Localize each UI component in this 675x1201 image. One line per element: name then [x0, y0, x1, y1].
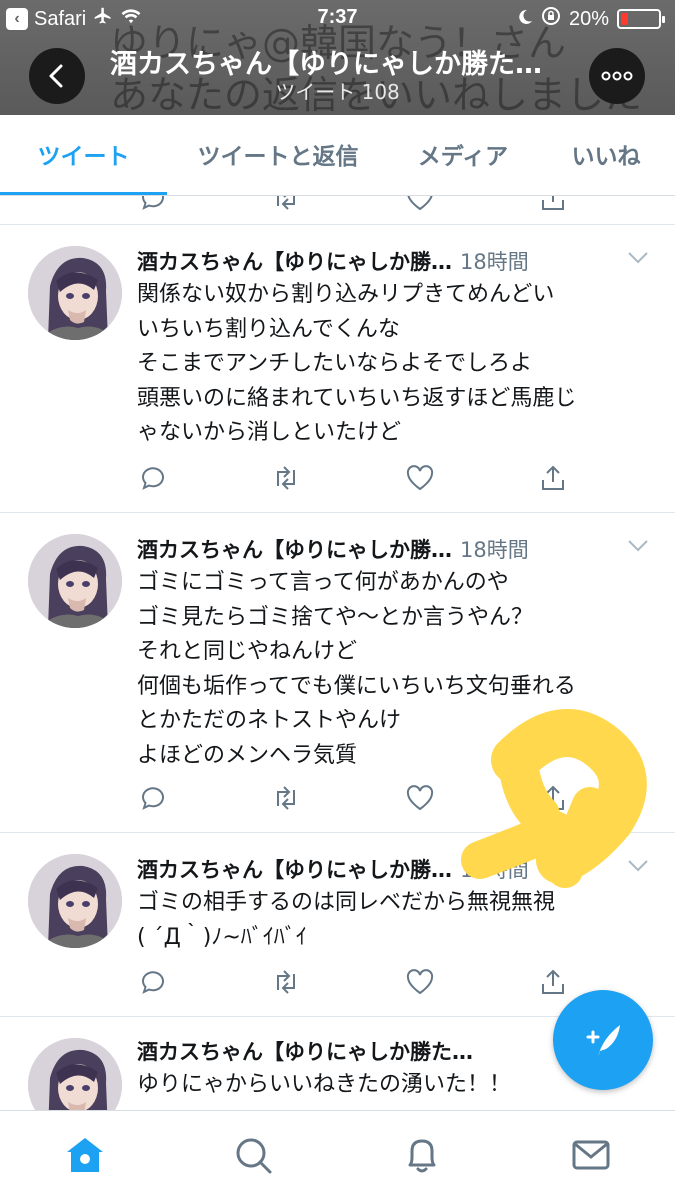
- tweet-line: 何個も垢作ってでも僕にいちいち文句垂れる: [137, 673, 576, 699]
- avatar[interactable]: [28, 854, 122, 948]
- avatar[interactable]: [28, 246, 122, 340]
- tweet-time: 18時間: [460, 250, 529, 274]
- chevron-down-icon[interactable]: [627, 250, 649, 269]
- bell-icon: [408, 1139, 436, 1173]
- tweet-author-name[interactable]: 酒カスちゃん【ゆりにゃしか勝…: [137, 534, 452, 564]
- compose-tweet-button[interactable]: [553, 990, 653, 1090]
- tweet-text: ゴミの相手するのは同レベだから無視無視 ( ´Д｀)ﾉ~ﾊﾞｲﾊﾞｲ: [137, 886, 657, 955]
- nav-search[interactable]: [231, 1133, 275, 1177]
- mail-icon: [572, 1140, 610, 1170]
- nav-notifications[interactable]: [400, 1133, 444, 1177]
- nav-home[interactable]: [63, 1133, 107, 1177]
- share-icon[interactable]: [537, 462, 569, 494]
- tweet-line: ゴミの相手するのは同レベだから無視無視: [137, 890, 556, 915]
- home-icon: [67, 1138, 103, 1172]
- tweet-line: いちいち割り込んでくんな: [137, 316, 400, 342]
- heart-icon[interactable]: [404, 782, 436, 814]
- more-icon: [601, 71, 633, 81]
- tweet-author-name[interactable]: 酒カスちゃん【ゆりにゃしか勝…: [137, 246, 452, 276]
- tweet-line: ゴミにゴミって言って何があかんのや: [137, 570, 509, 595]
- status-bar: ‹ Safari 7:37 20%: [0, 0, 675, 36]
- heart-icon[interactable]: [404, 966, 436, 998]
- tweet-line: そこまでアンチしたいならよそでしろよ: [137, 351, 533, 376]
- nav-messages[interactable]: [569, 1133, 613, 1177]
- tweet-previous-partial: [0, 196, 675, 225]
- search-icon: [236, 1138, 272, 1174]
- tweet-line: ( ´Д｀)ﾉ~ﾊﾞｲﾊﾞｲ: [137, 924, 307, 950]
- retweet-icon[interactable]: [270, 196, 302, 214]
- heart-icon[interactable]: [404, 462, 436, 494]
- profile-header: ゆりにゃ@韓国なう！さん あなたの返信をいいねしました ‹ Safari 7:3…: [0, 0, 675, 115]
- avatar[interactable]: [28, 1038, 122, 1110]
- tweet-count: ツイート 108: [275, 80, 400, 104]
- tab-media[interactable]: メディア: [389, 115, 537, 193]
- tweet-time: 18時間: [460, 858, 529, 882]
- tweet-line: 頭悪いのに絡まれていちいち返すほど馬鹿じ: [137, 385, 577, 411]
- avatar[interactable]: [28, 534, 122, 628]
- tweet-text: 関係ない奴から割り込みリプきてめんどい いちいち割り込んでくんな そこまでアンチ…: [137, 278, 657, 451]
- tweet[interactable]: 酒カスちゃん【ゆりにゃしか勝… 18時間 ゴミにゴミって言って何があかんのや ゴ…: [0, 512, 675, 833]
- chevron-down-icon[interactable]: [627, 538, 649, 557]
- tweet-author-name[interactable]: 酒カスちゃん【ゆりにゃしか勝た…: [137, 1036, 473, 1066]
- chevron-down-icon[interactable]: [627, 858, 649, 877]
- tab-tweets-replies[interactable]: ツイートと返信: [167, 115, 389, 193]
- retweet-icon[interactable]: [270, 966, 302, 998]
- tweet-time: 18時間: [460, 538, 529, 562]
- tab-likes[interactable]: いいね: [537, 115, 675, 193]
- tab-tweets[interactable]: ツイート: [0, 115, 167, 195]
- tweet-line: ゴミ見たらゴミ捨てや〜とか言うやん？: [137, 604, 534, 630]
- battery-icon: [617, 9, 665, 29]
- heart-icon[interactable]: [404, 196, 436, 214]
- reply-icon[interactable]: [137, 966, 169, 998]
- tweet-line: それと同じやねんけど: [137, 639, 358, 664]
- tweet-line: よほどのメンヘラ気質: [137, 742, 358, 768]
- profile-tabs: ツイート ツイートと返信 メディア いいね: [0, 115, 675, 196]
- tweet-text: ゴミにゴミって言って何があかんのや ゴミ見たらゴミ捨てや〜とか言うやん？ それと…: [137, 566, 657, 773]
- share-icon[interactable]: [537, 966, 569, 998]
- reply-icon[interactable]: [137, 196, 169, 214]
- orientation-lock-icon: [541, 6, 561, 32]
- share-icon[interactable]: [537, 782, 569, 814]
- retweet-icon[interactable]: [270, 782, 302, 814]
- battery-percent: 20%: [568, 7, 609, 30]
- moon-icon: [517, 8, 533, 31]
- reply-icon[interactable]: [137, 782, 169, 814]
- more-button[interactable]: [589, 48, 645, 104]
- share-icon[interactable]: [537, 196, 569, 214]
- tweet[interactable]: 酒カスちゃん【ゆりにゃしか勝… 18時間 ゴミの相手するのは同レベだから無視無視…: [0, 832, 675, 1017]
- tweet-feed[interactable]: 酒カスちゃん【ゆりにゃしか勝… 18時間 関係ない奴から割り込みリプきてめんどい…: [0, 196, 675, 1110]
- reply-icon[interactable]: [137, 462, 169, 494]
- tweet-line: とかただのネトストやんけ: [137, 708, 402, 733]
- tweet-line: ゃないから消しといたけど: [137, 420, 402, 445]
- tweet-author-name[interactable]: 酒カスちゃん【ゆりにゃしか勝…: [137, 854, 452, 884]
- tweet[interactable]: 酒カスちゃん【ゆりにゃしか勝… 18時間 関係ない奴から割り込みリプきてめんどい…: [0, 224, 675, 513]
- tweet-line: 関係ない奴から割り込みリプきてめんどい: [137, 282, 555, 307]
- bottom-tab-bar: [0, 1110, 675, 1201]
- compose-icon: [586, 1025, 620, 1057]
- retweet-icon[interactable]: [270, 462, 302, 494]
